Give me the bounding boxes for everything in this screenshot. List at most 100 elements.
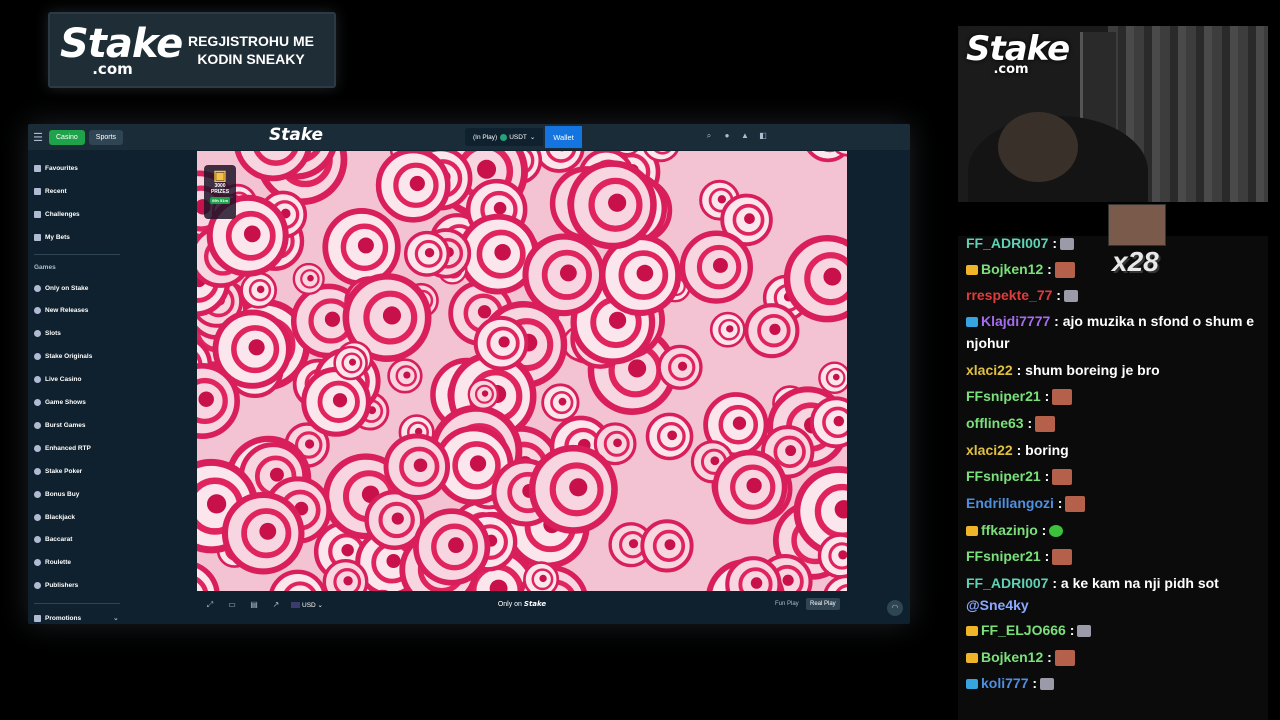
top-bar: ☰ Casino Sports Stake (In Play) USDT ⌄ W… xyxy=(28,124,910,150)
prize-timer: 09h 51m xyxy=(209,197,230,204)
chat-username[interactable]: offline63 xyxy=(966,415,1024,431)
sidebar-item-icon xyxy=(34,559,41,567)
menu-icon[interactable]: ☰ xyxy=(31,131,45,144)
sidebar-item[interactable]: Game Shows xyxy=(34,396,86,410)
prize-drop-widget[interactable]: ▣ 3000 PRIZES 09h 51m xyxy=(204,165,236,219)
chat-emote-icon xyxy=(1052,549,1073,566)
chat-message: koli777 : xyxy=(966,672,1262,694)
search-icon[interactable]: ⌕ xyxy=(704,131,714,141)
sidebar-item[interactable]: Roulette xyxy=(34,556,71,570)
candy-swirl xyxy=(645,412,694,461)
chat-toggle-icon[interactable]: ◧ xyxy=(758,131,768,141)
sub-badge-icon xyxy=(966,317,978,328)
chat-username[interactable]: xlaci22 xyxy=(966,362,1013,378)
candy-swirl xyxy=(744,303,800,359)
stream-canvas: Stake .com REGJISTROHU ME KODIN SNEAKY ☰… xyxy=(0,0,1280,720)
sidebar-item-label: Slots xyxy=(45,330,61,338)
sidebar-item[interactable]: Only on Stake xyxy=(34,281,88,295)
sidebar-item[interactable]: Enhanced RTP xyxy=(34,441,91,455)
sub-badge-icon xyxy=(966,679,978,690)
candy-swirl xyxy=(413,508,491,586)
webcam-stake-logo: Stake .com xyxy=(966,29,1070,76)
emote-combo-counter: x28 xyxy=(1112,246,1159,277)
wallet-button[interactable]: Wallet xyxy=(545,126,582,148)
sidebar-item[interactable]: Live Casino xyxy=(34,373,81,387)
sidebar-item-label: Favourites xyxy=(45,164,78,172)
chat-username[interactable]: FFsniper21 xyxy=(966,548,1041,564)
sidebar-item-label: Blackjack xyxy=(45,513,75,521)
sidebar-item[interactable]: Stake Poker xyxy=(34,464,82,478)
sidebar-item[interactable]: Slots xyxy=(34,327,61,341)
chat-message: Bojken12 : xyxy=(966,646,1262,668)
sidebar-item-label: Burst Games xyxy=(45,421,86,429)
chat-username[interactable]: Bojken12 xyxy=(981,261,1043,277)
chat-emote-icon xyxy=(1049,525,1064,538)
fun-play-button[interactable]: Fun Play xyxy=(772,599,802,609)
support-headset-icon[interactable]: ◠ xyxy=(887,600,903,616)
game-canvas[interactable]: ▣ 3000 PRIZES 09h 51m xyxy=(197,151,847,591)
sidebar-item[interactable]: Publishers xyxy=(34,579,78,593)
sidebar-item[interactable]: Blackjack xyxy=(34,510,75,524)
logo-word: Stake xyxy=(966,29,1070,69)
chat-username[interactable]: FF_ADRI007 xyxy=(966,575,1048,591)
twitch-chat: FF_ADRI007 : Bojken12 : rrespekte_77 : Klaj… xyxy=(958,235,1268,720)
sidebar-item[interactable]: Stake Originals xyxy=(34,350,92,364)
chat-username[interactable]: FF_ADRI007 xyxy=(966,235,1048,251)
sidebar-item[interactable]: My Bets xyxy=(34,230,70,244)
webcam-overlay: Stake .com xyxy=(958,26,1268,202)
sidebar-item[interactable]: Burst Games xyxy=(34,418,85,432)
chevron-down-icon: ⌄ xyxy=(113,615,119,622)
gift-icon: ▣ xyxy=(213,167,227,183)
candy-swirl xyxy=(823,574,847,591)
candy-swirl xyxy=(301,366,372,437)
chat-message: FFsniper21 : xyxy=(966,545,1262,567)
tab-casino[interactable]: Casino xyxy=(49,129,85,145)
real-play-button[interactable]: Real Play xyxy=(806,598,840,610)
chat-username[interactable]: rrespekte_77 xyxy=(966,287,1052,303)
sidebar-item-icon xyxy=(34,490,41,498)
chat-message: Klajdi7777 : ajo muzika n sfond o shum e xyxy=(966,310,1262,332)
sidebar-item-label: New Releases xyxy=(45,307,89,315)
bell-icon[interactable]: ▲ xyxy=(740,131,750,141)
candy-swirl xyxy=(292,262,325,295)
chat-text: : a ke kam na nji pidh sot xyxy=(1052,575,1219,591)
chat-username[interactable]: FFsniper21 xyxy=(966,388,1041,404)
sidebar-item[interactable]: Favourites xyxy=(34,161,78,175)
chat-message: @Sne4ky xyxy=(966,594,1262,616)
candy-swirl xyxy=(383,433,451,500)
candy-swirl xyxy=(818,361,847,395)
stake-logo-top[interactable]: Stake xyxy=(269,127,323,144)
sidebar-item-icon xyxy=(34,376,41,384)
chat-message: ffkazinjo : xyxy=(966,519,1262,541)
currency-label: USDT xyxy=(509,133,527,141)
chat-emote-icon xyxy=(1052,389,1073,406)
chat-username[interactable]: Bojken12 xyxy=(981,649,1043,665)
sidebar-item-icon xyxy=(34,233,41,241)
chat-text: : xyxy=(1069,622,1075,638)
chat-text: : xyxy=(1032,675,1038,691)
chat-username[interactable]: ffkazinjo xyxy=(981,522,1038,538)
sidebar-item[interactable]: New Releases xyxy=(34,304,88,318)
chat-username[interactable]: FFsniper21 xyxy=(966,468,1041,484)
candy-swirl xyxy=(679,230,754,304)
candy-swirl xyxy=(712,449,788,525)
chat-username[interactable]: Endrillangozi xyxy=(966,495,1054,511)
chat-username[interactable]: xlaci22 xyxy=(966,442,1013,458)
balance-selector[interactable]: (In Play) USDT ⌄ xyxy=(465,128,544,146)
sidebar-item-label: Only on Stake xyxy=(45,284,89,292)
sidebar-item-promotions[interactable]: Promotions ⌄ xyxy=(34,611,119,624)
tab-sports[interactable]: Sports xyxy=(88,129,124,145)
stake-logo: Stake .com xyxy=(60,20,183,77)
chat-username[interactable]: FF_ELJO666 xyxy=(981,622,1066,638)
sidebar-item[interactable]: Baccarat xyxy=(34,533,72,547)
sidebar-item[interactable]: Bonus Buy xyxy=(34,487,79,501)
user-icon[interactable]: ● xyxy=(722,131,732,141)
chat-username[interactable]: Klajdi7777 xyxy=(981,313,1050,329)
logo-word: Stake xyxy=(60,20,183,67)
prize-label: PRIZES xyxy=(210,189,230,195)
chat-emote-icon xyxy=(1063,290,1078,303)
sidebar-item[interactable]: Challenges xyxy=(34,207,80,221)
sidebar-item[interactable]: Recent xyxy=(34,184,67,198)
chat-text: : xyxy=(1027,415,1033,431)
chat-username[interactable]: koli777 xyxy=(981,675,1028,691)
